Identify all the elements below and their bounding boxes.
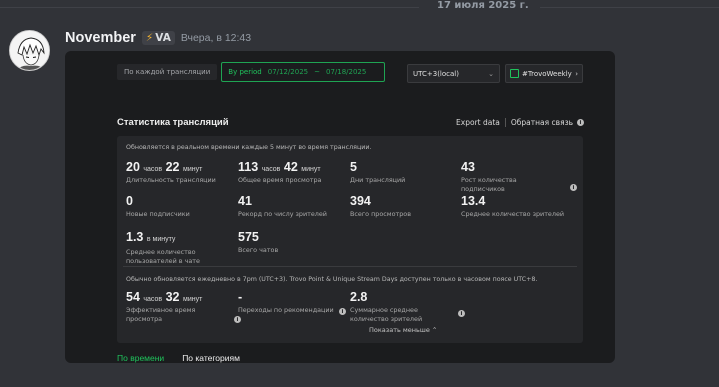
trovo-weekly-button[interactable]: #TrovoWeekly › bbox=[505, 64, 583, 83]
date-divider: 17 июля 2025 г. bbox=[0, 0, 719, 14]
stat-stream-days: 5 Дни трансляций bbox=[350, 160, 460, 185]
view-tabs: По времени По категориям bbox=[117, 353, 240, 363]
stat-label: Среднее количество пользователей в чате bbox=[126, 248, 200, 265]
feedback-link[interactable]: Обратная связь bbox=[511, 118, 573, 127]
stat-value: 1.3 в минуту bbox=[126, 230, 176, 244]
date-divider-text: 17 июля 2025 г. bbox=[437, 0, 529, 11]
daily-note: Обычно обновляется ежедневно в 7pm (UTC+… bbox=[126, 276, 538, 283]
stat-label: Всего просмотров bbox=[350, 210, 411, 218]
stat-label: Рекорд по числу зрителей bbox=[238, 210, 327, 218]
section-links: Export data Обратная связь i bbox=[456, 118, 584, 127]
stat-new-followers: 0 Новые подписчики bbox=[126, 194, 236, 219]
timezone-select[interactable]: UTC+3(local) ⌄ bbox=[407, 64, 500, 83]
stat-label: Общее время просмотра bbox=[238, 176, 322, 184]
server-tag[interactable]: ⚡ VA bbox=[141, 31, 175, 45]
stat-effective-watch: 54 часов 32 минут Эффективное время прос… bbox=[126, 290, 241, 323]
chevron-right-icon: › bbox=[575, 69, 578, 78]
stat-value: - bbox=[238, 290, 243, 304]
link-divider bbox=[504, 118, 506, 127]
per-stream-button[interactable]: По каждой трансляции bbox=[117, 64, 218, 80]
stat-value: 20 часов 22 минут bbox=[126, 160, 203, 174]
period-range[interactable]: By period 07/12/2025 ~ 07/18/2025 bbox=[221, 62, 386, 82]
chevron-down-icon: ⌄ bbox=[488, 69, 494, 78]
stat-label: Новые подписчики bbox=[126, 210, 190, 218]
stat-value: 575 bbox=[238, 230, 259, 244]
stat-avg-total-viewers: 2.8 Суммарное среднее количество зрителе… bbox=[350, 290, 465, 323]
info-icon[interactable]: i bbox=[339, 308, 346, 315]
server-tag-label: VA bbox=[155, 32, 171, 44]
stat-avg-viewers: 13.4 Среднее количество зрителей bbox=[461, 194, 581, 219]
tab-by-time[interactable]: По времени bbox=[117, 353, 164, 363]
info-icon[interactable]: i bbox=[577, 119, 584, 126]
stat-value: 41 bbox=[238, 194, 252, 208]
info-icon[interactable]: i bbox=[570, 184, 577, 191]
export-data-link[interactable]: Export data bbox=[456, 118, 500, 127]
realtime-note: Обновляется в реальном времени каждые 5 … bbox=[126, 144, 372, 151]
stat-label: Суммарное среднее количество зрителей bbox=[350, 306, 423, 323]
avatar[interactable] bbox=[9, 30, 50, 71]
trovo-weekly-label: #TrovoWeekly bbox=[522, 69, 572, 78]
screenshot-attachment[interactable]: По каждой трансляции By period 07/12/202… bbox=[65, 51, 615, 363]
stat-duration: 20 часов 22 минут Длительность трансляци… bbox=[126, 160, 236, 185]
show-less-button[interactable]: Показать меньше ⌃ bbox=[369, 326, 437, 334]
date-separator: ~ bbox=[314, 68, 320, 76]
stat-value: 2.8 bbox=[350, 290, 368, 304]
stat-watch-time: 113 часов 42 минут Общее время просмотра bbox=[238, 160, 348, 185]
stat-label: Среднее количество зрителей bbox=[461, 210, 565, 218]
stat-value: 5 bbox=[350, 160, 357, 174]
stat-value: 13.4 bbox=[461, 194, 486, 208]
stat-label: Эффективное время просмотра bbox=[126, 306, 196, 323]
section-title: Статистика трансляций bbox=[117, 117, 229, 128]
stat-label: Рост количества подписчиков bbox=[461, 176, 517, 193]
panel-divider bbox=[123, 266, 577, 267]
date-to: 07/18/2025 bbox=[325, 68, 367, 76]
stat-value: 0 bbox=[126, 194, 133, 208]
by-period-label: By period bbox=[228, 68, 262, 76]
stat-follower-growth: 43 Рост количества подписчиков i bbox=[461, 160, 577, 193]
stat-label: Переходы по рекомендации bbox=[238, 306, 334, 314]
lightning-icon: ⚡ bbox=[145, 32, 154, 44]
stats-panel: Обновляется в реальном времени каждые 5 … bbox=[117, 136, 583, 343]
stat-value: 43 bbox=[461, 160, 475, 174]
info-icon[interactable]: i bbox=[234, 316, 241, 323]
stat-peak-viewers: 41 Рекорд по числу зрителей bbox=[238, 194, 348, 219]
timestamp: Вчера, в 12:43 bbox=[180, 32, 252, 44]
stat-chatters: 1.3 в минуту Среднее количество пользова… bbox=[126, 230, 226, 265]
message-header: November ⚡ VA Вчера, в 12:43 bbox=[65, 29, 251, 47]
stat-value: 394 bbox=[350, 194, 371, 208]
tag-icon bbox=[510, 69, 519, 78]
timezone-value: UTC+3(local) bbox=[413, 69, 459, 78]
stat-total-chats: 575 Всего чатов bbox=[238, 230, 348, 255]
tab-by-category[interactable]: По категориям bbox=[182, 353, 240, 363]
username[interactable]: November bbox=[65, 30, 136, 46]
date-from: 07/12/2025 bbox=[267, 68, 309, 76]
stat-total-views: 394 Всего просмотров bbox=[350, 194, 460, 219]
stat-label: Всего чатов bbox=[238, 246, 279, 254]
stat-label: Длительность трансляции bbox=[126, 176, 216, 184]
stat-value: 54 часов 32 минут bbox=[126, 290, 203, 304]
stat-recommend-clicks: - Переходы по рекомендации i bbox=[238, 290, 348, 315]
period-selector: По каждой трансляции By period 07/12/202… bbox=[117, 62, 386, 82]
stat-label: Дни трансляций bbox=[350, 176, 406, 184]
info-icon[interactable]: i bbox=[458, 310, 465, 317]
stat-value: 113 часов 42 минут bbox=[238, 160, 321, 174]
